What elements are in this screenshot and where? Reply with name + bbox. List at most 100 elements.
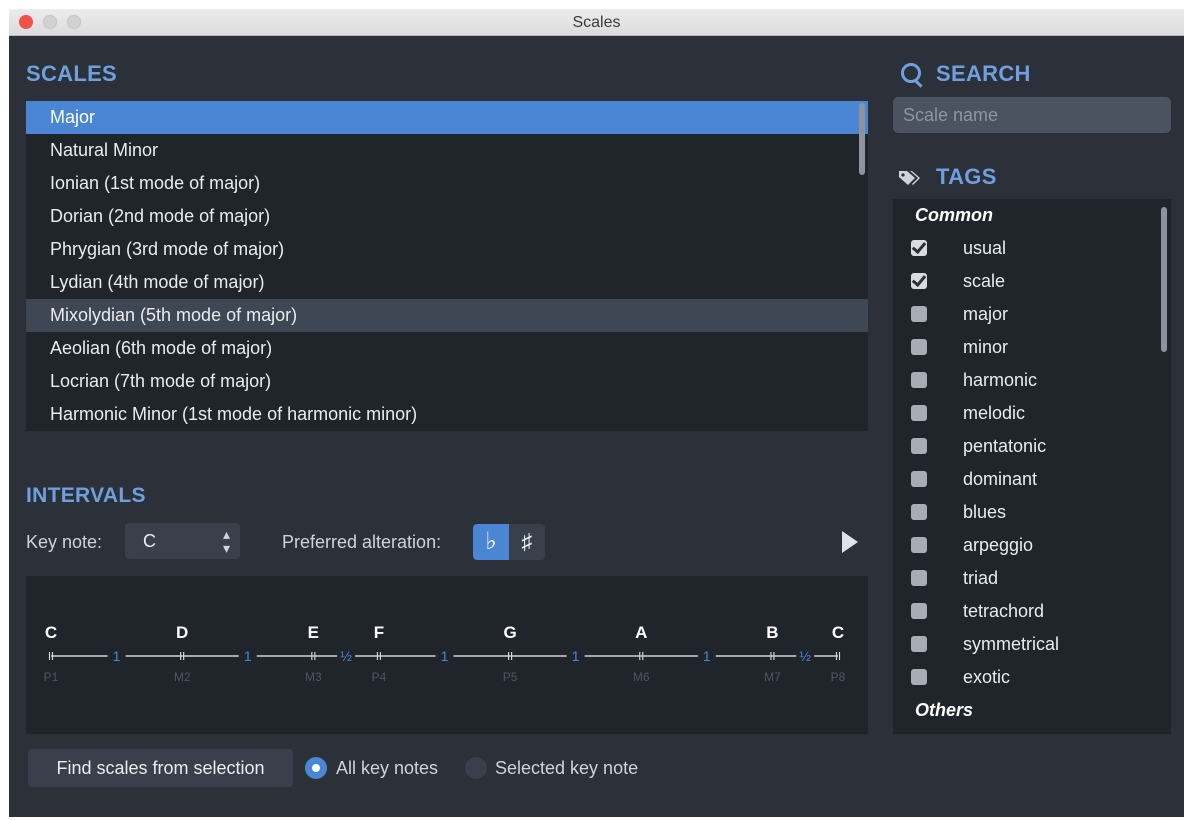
tag-item[interactable]: blues bbox=[893, 496, 1171, 529]
tag-checkbox[interactable] bbox=[911, 240, 927, 256]
scale-list-item[interactable]: Dorian (2nd mode of major) bbox=[26, 200, 868, 233]
tag-label: triad bbox=[963, 568, 999, 588]
sharp-toggle[interactable]: ♯ bbox=[509, 524, 545, 560]
interval-step-label: 1 bbox=[441, 648, 449, 664]
tag-item[interactable]: symmetrical bbox=[893, 628, 1171, 661]
scales-heading: SCALES bbox=[26, 61, 118, 86]
scale-list-item[interactable]: Locrian (7th mode of major) bbox=[26, 365, 868, 398]
scale-list-item[interactable]: Mixolydian (5th mode of major) bbox=[26, 299, 868, 332]
tag-label: pentatonic bbox=[963, 436, 1047, 456]
tag-label: symmetrical bbox=[963, 634, 1060, 654]
tag-checkbox[interactable] bbox=[911, 273, 927, 289]
note-label: E bbox=[308, 623, 319, 642]
note-label: G bbox=[503, 623, 516, 642]
tag-label: major bbox=[963, 304, 1009, 324]
tag-checkbox[interactable] bbox=[911, 339, 927, 355]
tag-checkbox[interactable] bbox=[911, 603, 927, 619]
tag-checkbox[interactable] bbox=[911, 405, 927, 421]
tag-checkbox[interactable] bbox=[911, 471, 927, 487]
interval-step-label: 1 bbox=[113, 648, 121, 664]
tag-label: minor bbox=[963, 337, 1009, 357]
tag-item[interactable]: scale bbox=[893, 265, 1171, 298]
tag-icon bbox=[899, 171, 920, 185]
key-note-label: Key note: bbox=[26, 532, 103, 552]
tag-item[interactable]: arpeggio bbox=[893, 529, 1171, 562]
tag-item[interactable]: pentatonic bbox=[893, 430, 1171, 463]
tag-label: melodic bbox=[963, 403, 1026, 423]
scale-list-item[interactable]: Phrygian (3rd mode of major) bbox=[26, 233, 868, 266]
scale-list-item[interactable]: Harmonic Minor (1st mode of harmonic min… bbox=[26, 398, 868, 431]
selected-key-note-radio[interactable] bbox=[465, 757, 487, 779]
window-title: Scales bbox=[572, 14, 621, 31]
tag-item[interactable]: usual bbox=[893, 232, 1171, 265]
tag-group-heading: Common bbox=[915, 205, 993, 225]
app-window: Scales SCALES Major Natural Minor Ionian (… bbox=[9, 9, 1184, 817]
tags-list[interactable]: Common usual scale major minor harmonic melodi… bbox=[893, 199, 1171, 734]
flat-toggle[interactable]: ♭ bbox=[473, 524, 509, 560]
scale-list-scrollbar[interactable] bbox=[859, 103, 865, 175]
chevron-updown-icon: ▴ ▾ bbox=[222, 526, 230, 556]
intervals-heading: INTERVALS bbox=[26, 484, 146, 507]
tag-label: exotic bbox=[963, 667, 1011, 687]
tag-checkbox[interactable] bbox=[911, 306, 927, 322]
tag-checkbox[interactable] bbox=[911, 636, 927, 652]
note-label: A bbox=[635, 623, 647, 642]
tag-item[interactable]: harmonic bbox=[893, 364, 1171, 397]
interval-step-label: ½ bbox=[340, 648, 352, 664]
play-icon[interactable] bbox=[842, 531, 858, 553]
search-heading: SEARCH bbox=[936, 61, 1031, 86]
note-label: D bbox=[176, 623, 188, 642]
tag-item[interactable]: dominant bbox=[893, 463, 1171, 496]
tag-label: blues bbox=[963, 502, 1007, 522]
tag-checkbox[interactable] bbox=[911, 669, 927, 685]
degree-label: P4 bbox=[372, 670, 387, 684]
interval-step-label: 1 bbox=[703, 648, 711, 664]
key-note-select[interactable]: C ▴ ▾ bbox=[125, 523, 240, 559]
scale-list-item[interactable]: Ionian (1st mode of major) bbox=[26, 167, 868, 200]
tag-checkbox[interactable] bbox=[911, 537, 927, 553]
tags-list-scrollbar[interactable] bbox=[1161, 207, 1167, 352]
tag-checkbox[interactable] bbox=[911, 504, 927, 520]
tag-checkbox[interactable] bbox=[911, 570, 927, 586]
title-bar: Scales bbox=[9, 9, 1184, 36]
key-note-value: C bbox=[143, 531, 156, 551]
degree-label: M3 bbox=[305, 670, 322, 684]
tag-label: dominant bbox=[963, 469, 1038, 489]
all-key-notes-radio[interactable] bbox=[305, 757, 327, 779]
scale-list-item[interactable]: Natural Minor bbox=[26, 134, 868, 167]
scale-list-item[interactable]: Aeolian (6th mode of major) bbox=[26, 332, 868, 365]
scale-name-search-input[interactable] bbox=[893, 97, 1171, 133]
tag-item[interactable]: triad bbox=[893, 562, 1171, 595]
tag-label: harmonic bbox=[963, 370, 1038, 390]
degree-label: M6 bbox=[633, 670, 650, 684]
scale-list[interactable]: Major Natural Minor Ionian (1st mode of ma… bbox=[26, 101, 868, 431]
tag-item[interactable]: melodic bbox=[893, 397, 1171, 430]
degree-label: M2 bbox=[174, 670, 191, 684]
interval-ruler: 1 1 ½ 1 1 1 ½ C P1 D M2 E M3 F P4 G P5 A M6 B M7 C P8 bbox=[44, 623, 846, 684]
degree-label: P5 bbox=[503, 670, 518, 684]
preferred-alteration-label: Preferred alteration: bbox=[282, 532, 442, 552]
note-label: C bbox=[45, 623, 57, 642]
degree-label: P1 bbox=[44, 670, 59, 684]
tag-item[interactable]: exotic bbox=[893, 661, 1171, 694]
tag-label: usual bbox=[963, 238, 1007, 258]
scale-list-item[interactable]: Major bbox=[26, 101, 868, 134]
interval-step-label: ½ bbox=[799, 648, 811, 664]
interval-step-label: 1 bbox=[572, 648, 580, 664]
scale-list-item[interactable]: Lydian (4th mode of major) bbox=[26, 266, 868, 299]
tags-heading: TAGS bbox=[936, 164, 997, 189]
find-scales-button[interactable]: Find scales from selection bbox=[28, 749, 293, 787]
tag-item[interactable]: major bbox=[893, 298, 1171, 331]
degree-label: M7 bbox=[764, 670, 781, 684]
interval-step-label: 1 bbox=[244, 648, 252, 664]
note-label: B bbox=[766, 623, 778, 642]
tag-label: arpeggio bbox=[963, 535, 1034, 555]
selected-key-note-label: Selected key note bbox=[495, 758, 639, 778]
tag-checkbox[interactable] bbox=[911, 372, 927, 388]
search-icon bbox=[901, 63, 921, 83]
tag-item[interactable]: minor bbox=[893, 331, 1171, 364]
all-key-notes-label: All key notes bbox=[336, 758, 439, 778]
tag-label: tetrachord bbox=[963, 601, 1045, 621]
tag-item[interactable]: tetrachord bbox=[893, 595, 1171, 628]
tag-checkbox[interactable] bbox=[911, 438, 927, 454]
